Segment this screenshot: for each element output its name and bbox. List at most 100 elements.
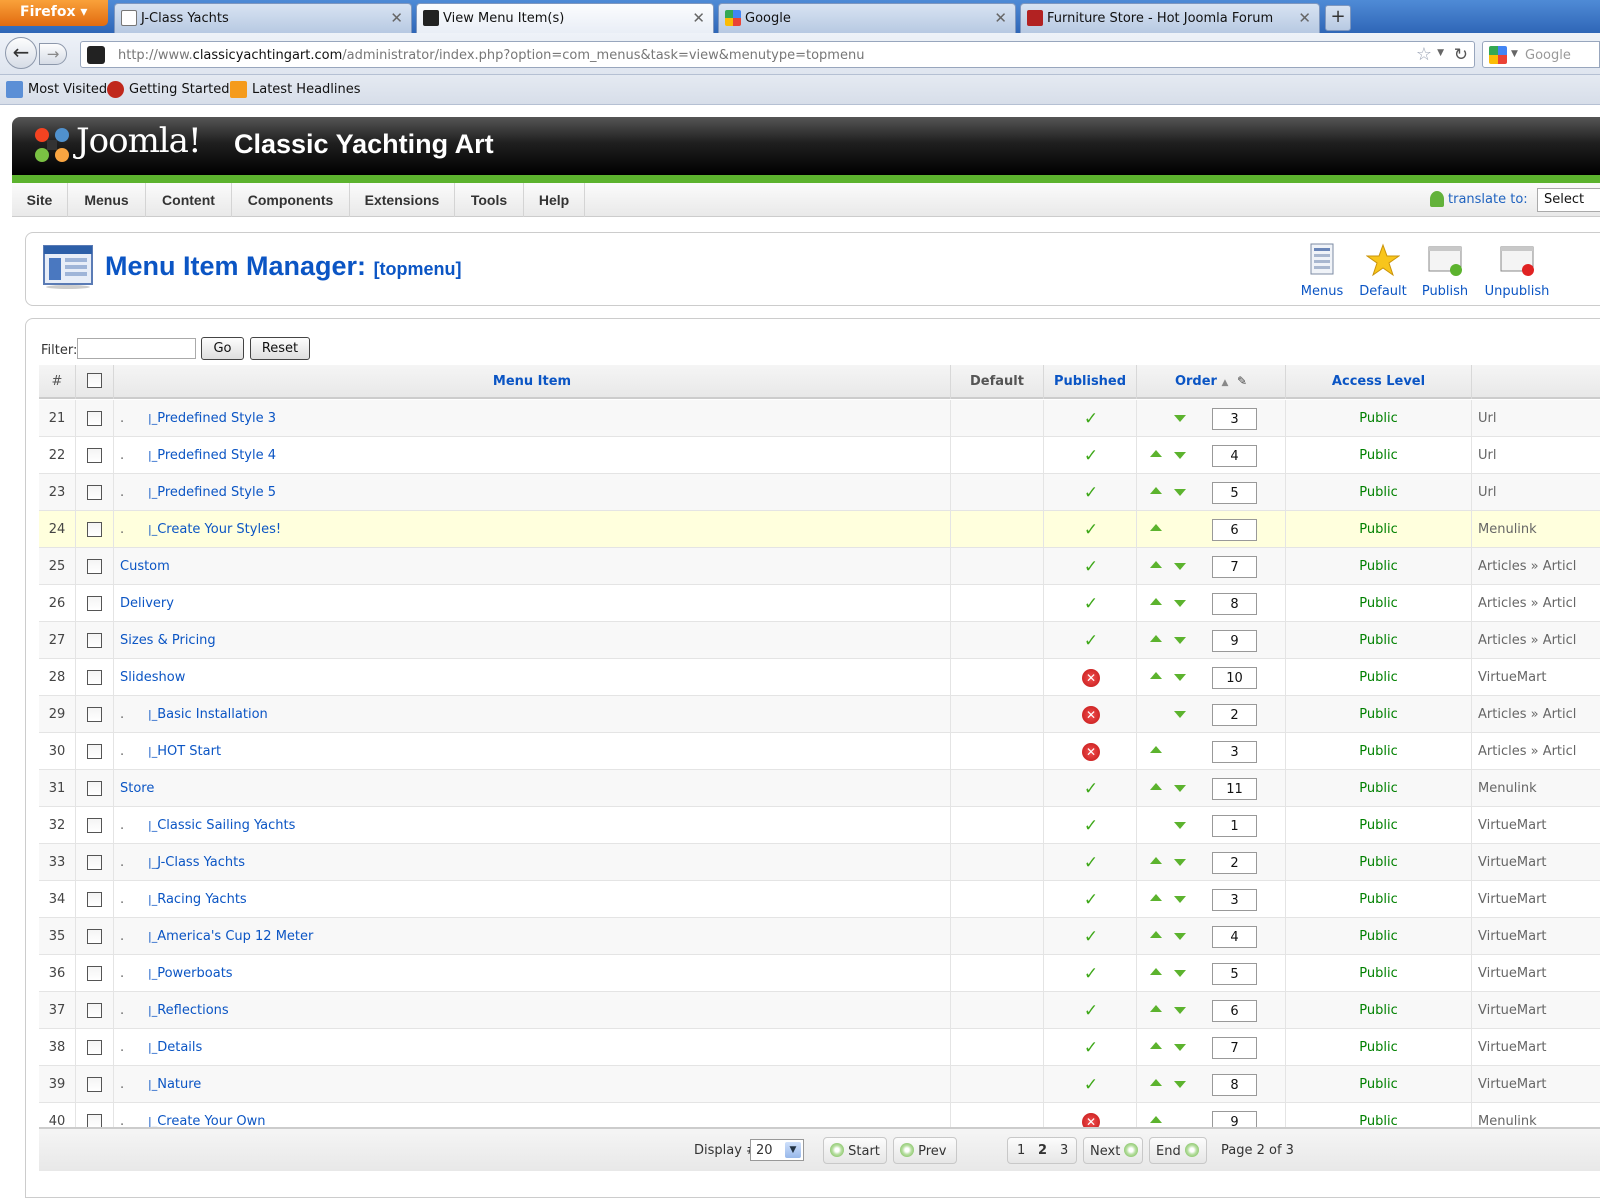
search-engine-dropdown-icon[interactable]: ▼ bbox=[1511, 49, 1518, 59]
order-input[interactable]: 6 bbox=[1212, 519, 1257, 541]
tab-google[interactable]: Google ✕ bbox=[718, 3, 1016, 33]
row-checkbox[interactable] bbox=[87, 559, 102, 574]
bookmark-latest-headlines[interactable]: Latest Headlines bbox=[230, 81, 361, 98]
published-check-icon[interactable]: ✓ bbox=[1082, 447, 1100, 465]
move-down-icon[interactable] bbox=[1174, 1081, 1186, 1088]
access-level-link[interactable]: Public bbox=[1286, 585, 1472, 621]
tab-j-class-yachts[interactable]: J-Class Yachts ✕ bbox=[114, 3, 412, 33]
order-input[interactable]: 8 bbox=[1212, 1074, 1257, 1096]
close-icon[interactable]: ✕ bbox=[390, 9, 403, 27]
menu-item-link[interactable]: Powerboats bbox=[157, 966, 232, 981]
published-check-icon[interactable]: ✓ bbox=[1082, 854, 1100, 872]
menu-components[interactable]: Components bbox=[232, 183, 350, 217]
move-down-icon[interactable] bbox=[1174, 970, 1186, 977]
order-input[interactable]: 7 bbox=[1212, 556, 1257, 578]
move-down-icon[interactable] bbox=[1174, 489, 1186, 496]
published-check-icon[interactable]: ✓ bbox=[1082, 780, 1100, 798]
published-check-icon[interactable]: ✓ bbox=[1082, 891, 1100, 909]
filter-input[interactable] bbox=[77, 338, 196, 359]
forward-arrow-icon[interactable]: → bbox=[39, 43, 67, 65]
move-up-icon[interactable] bbox=[1150, 635, 1162, 642]
publish-button[interactable]: Publish bbox=[1410, 243, 1480, 299]
row-checkbox[interactable] bbox=[87, 1077, 102, 1092]
published-check-icon[interactable]: ✓ bbox=[1082, 928, 1100, 946]
move-up-icon[interactable] bbox=[1150, 524, 1162, 531]
back-arrow-icon[interactable]: ← bbox=[5, 37, 37, 69]
row-checkbox[interactable] bbox=[87, 707, 102, 722]
close-icon[interactable]: ✕ bbox=[692, 9, 705, 27]
column-published[interactable]: Published bbox=[1044, 365, 1137, 399]
start-button[interactable]: Start bbox=[823, 1137, 887, 1164]
row-checkbox[interactable] bbox=[87, 411, 102, 426]
menu-item-link[interactable]: Delivery bbox=[120, 596, 174, 611]
row-checkbox[interactable] bbox=[87, 633, 102, 648]
menu-site[interactable]: Site bbox=[12, 183, 68, 217]
firefox-menu-button[interactable]: Firefox ▾ bbox=[0, 0, 108, 26]
menu-item-link[interactable]: Custom bbox=[120, 559, 170, 574]
unpublish-button[interactable]: Unpublish bbox=[1481, 243, 1553, 299]
move-down-icon[interactable] bbox=[1174, 859, 1186, 866]
menu-tools[interactable]: Tools bbox=[455, 183, 524, 217]
access-level-link[interactable]: Public bbox=[1286, 659, 1472, 695]
menu-item-link[interactable]: J-Class Yachts bbox=[157, 855, 245, 870]
menu-extensions[interactable]: Extensions bbox=[350, 183, 455, 217]
save-order-icon[interactable]: ✎ bbox=[1237, 374, 1247, 388]
move-down-icon[interactable] bbox=[1174, 600, 1186, 607]
row-checkbox[interactable] bbox=[87, 1040, 102, 1055]
tab-view-menu-items[interactable]: View Menu Item(s) ✕ bbox=[416, 3, 714, 33]
order-input[interactable]: 11 bbox=[1212, 778, 1257, 800]
menu-item-link[interactable]: Reflections bbox=[157, 1003, 228, 1018]
menu-item-link[interactable]: Basic Installation bbox=[157, 707, 268, 722]
access-level-link[interactable]: Public bbox=[1286, 1029, 1472, 1065]
access-level-link[interactable]: Public bbox=[1286, 918, 1472, 954]
access-level-link[interactable]: Public bbox=[1286, 770, 1472, 806]
order-input[interactable]: 7 bbox=[1212, 1037, 1257, 1059]
access-level-link[interactable]: Public bbox=[1286, 881, 1472, 917]
row-checkbox[interactable] bbox=[87, 781, 102, 796]
order-input[interactable]: 5 bbox=[1212, 482, 1257, 504]
access-level-link[interactable]: Public bbox=[1286, 844, 1472, 880]
published-check-icon[interactable]: ✓ bbox=[1082, 632, 1100, 650]
move-up-icon[interactable] bbox=[1150, 561, 1162, 568]
next-button[interactable]: Next bbox=[1083, 1137, 1143, 1164]
move-up-icon[interactable] bbox=[1150, 487, 1162, 494]
column-order[interactable]: Order ▲ ✎ bbox=[1137, 365, 1286, 399]
menu-help[interactable]: Help bbox=[524, 183, 585, 217]
menu-item-link[interactable]: Details bbox=[157, 1040, 202, 1055]
published-check-icon[interactable]: ✓ bbox=[1082, 595, 1100, 613]
order-input[interactable]: 3 bbox=[1212, 408, 1257, 430]
menu-item-link[interactable]: Store bbox=[120, 781, 154, 796]
move-down-icon[interactable] bbox=[1174, 933, 1186, 940]
order-input[interactable]: 9 bbox=[1212, 630, 1257, 652]
move-up-icon[interactable] bbox=[1150, 1042, 1162, 1049]
page-link-1[interactable]: 1 bbox=[1017, 1143, 1025, 1158]
move-down-icon[interactable] bbox=[1174, 563, 1186, 570]
column-access-level[interactable]: Access Level bbox=[1286, 365, 1472, 399]
menu-item-link[interactable]: Predefined Style 4 bbox=[157, 448, 276, 463]
menu-item-link[interactable]: Predefined Style 5 bbox=[157, 485, 276, 500]
order-input[interactable]: 10 bbox=[1212, 667, 1257, 689]
menu-item-link[interactable]: Racing Yachts bbox=[157, 892, 246, 907]
history-dropdown-icon[interactable]: ▼ bbox=[1437, 48, 1444, 58]
move-up-icon[interactable] bbox=[1150, 1116, 1162, 1123]
tab-furniture-store[interactable]: Furniture Store - Hot Joomla Forum ✕ bbox=[1020, 3, 1320, 33]
row-checkbox[interactable] bbox=[87, 448, 102, 463]
move-up-icon[interactable] bbox=[1150, 931, 1162, 938]
access-level-link[interactable]: Public bbox=[1286, 548, 1472, 584]
prev-button[interactable]: Prev bbox=[893, 1137, 957, 1164]
unpublished-x-icon[interactable]: ✕ bbox=[1082, 706, 1100, 724]
access-level-link[interactable]: Public bbox=[1286, 807, 1472, 843]
row-checkbox[interactable] bbox=[87, 818, 102, 833]
google-icon[interactable] bbox=[1489, 46, 1507, 64]
move-down-icon[interactable] bbox=[1174, 674, 1186, 681]
access-level-link[interactable]: Public bbox=[1286, 400, 1472, 436]
move-up-icon[interactable] bbox=[1150, 672, 1162, 679]
published-check-icon[interactable]: ✓ bbox=[1082, 965, 1100, 983]
access-level-link[interactable]: Public bbox=[1286, 696, 1472, 732]
order-input[interactable]: 3 bbox=[1212, 889, 1257, 911]
published-check-icon[interactable]: ✓ bbox=[1082, 1076, 1100, 1094]
url-bar[interactable]: http://www.classicyachtingart.com/admini… bbox=[80, 41, 1475, 68]
published-check-icon[interactable]: ✓ bbox=[1082, 521, 1100, 539]
order-input[interactable]: 2 bbox=[1212, 852, 1257, 874]
access-level-link[interactable]: Public bbox=[1286, 622, 1472, 658]
